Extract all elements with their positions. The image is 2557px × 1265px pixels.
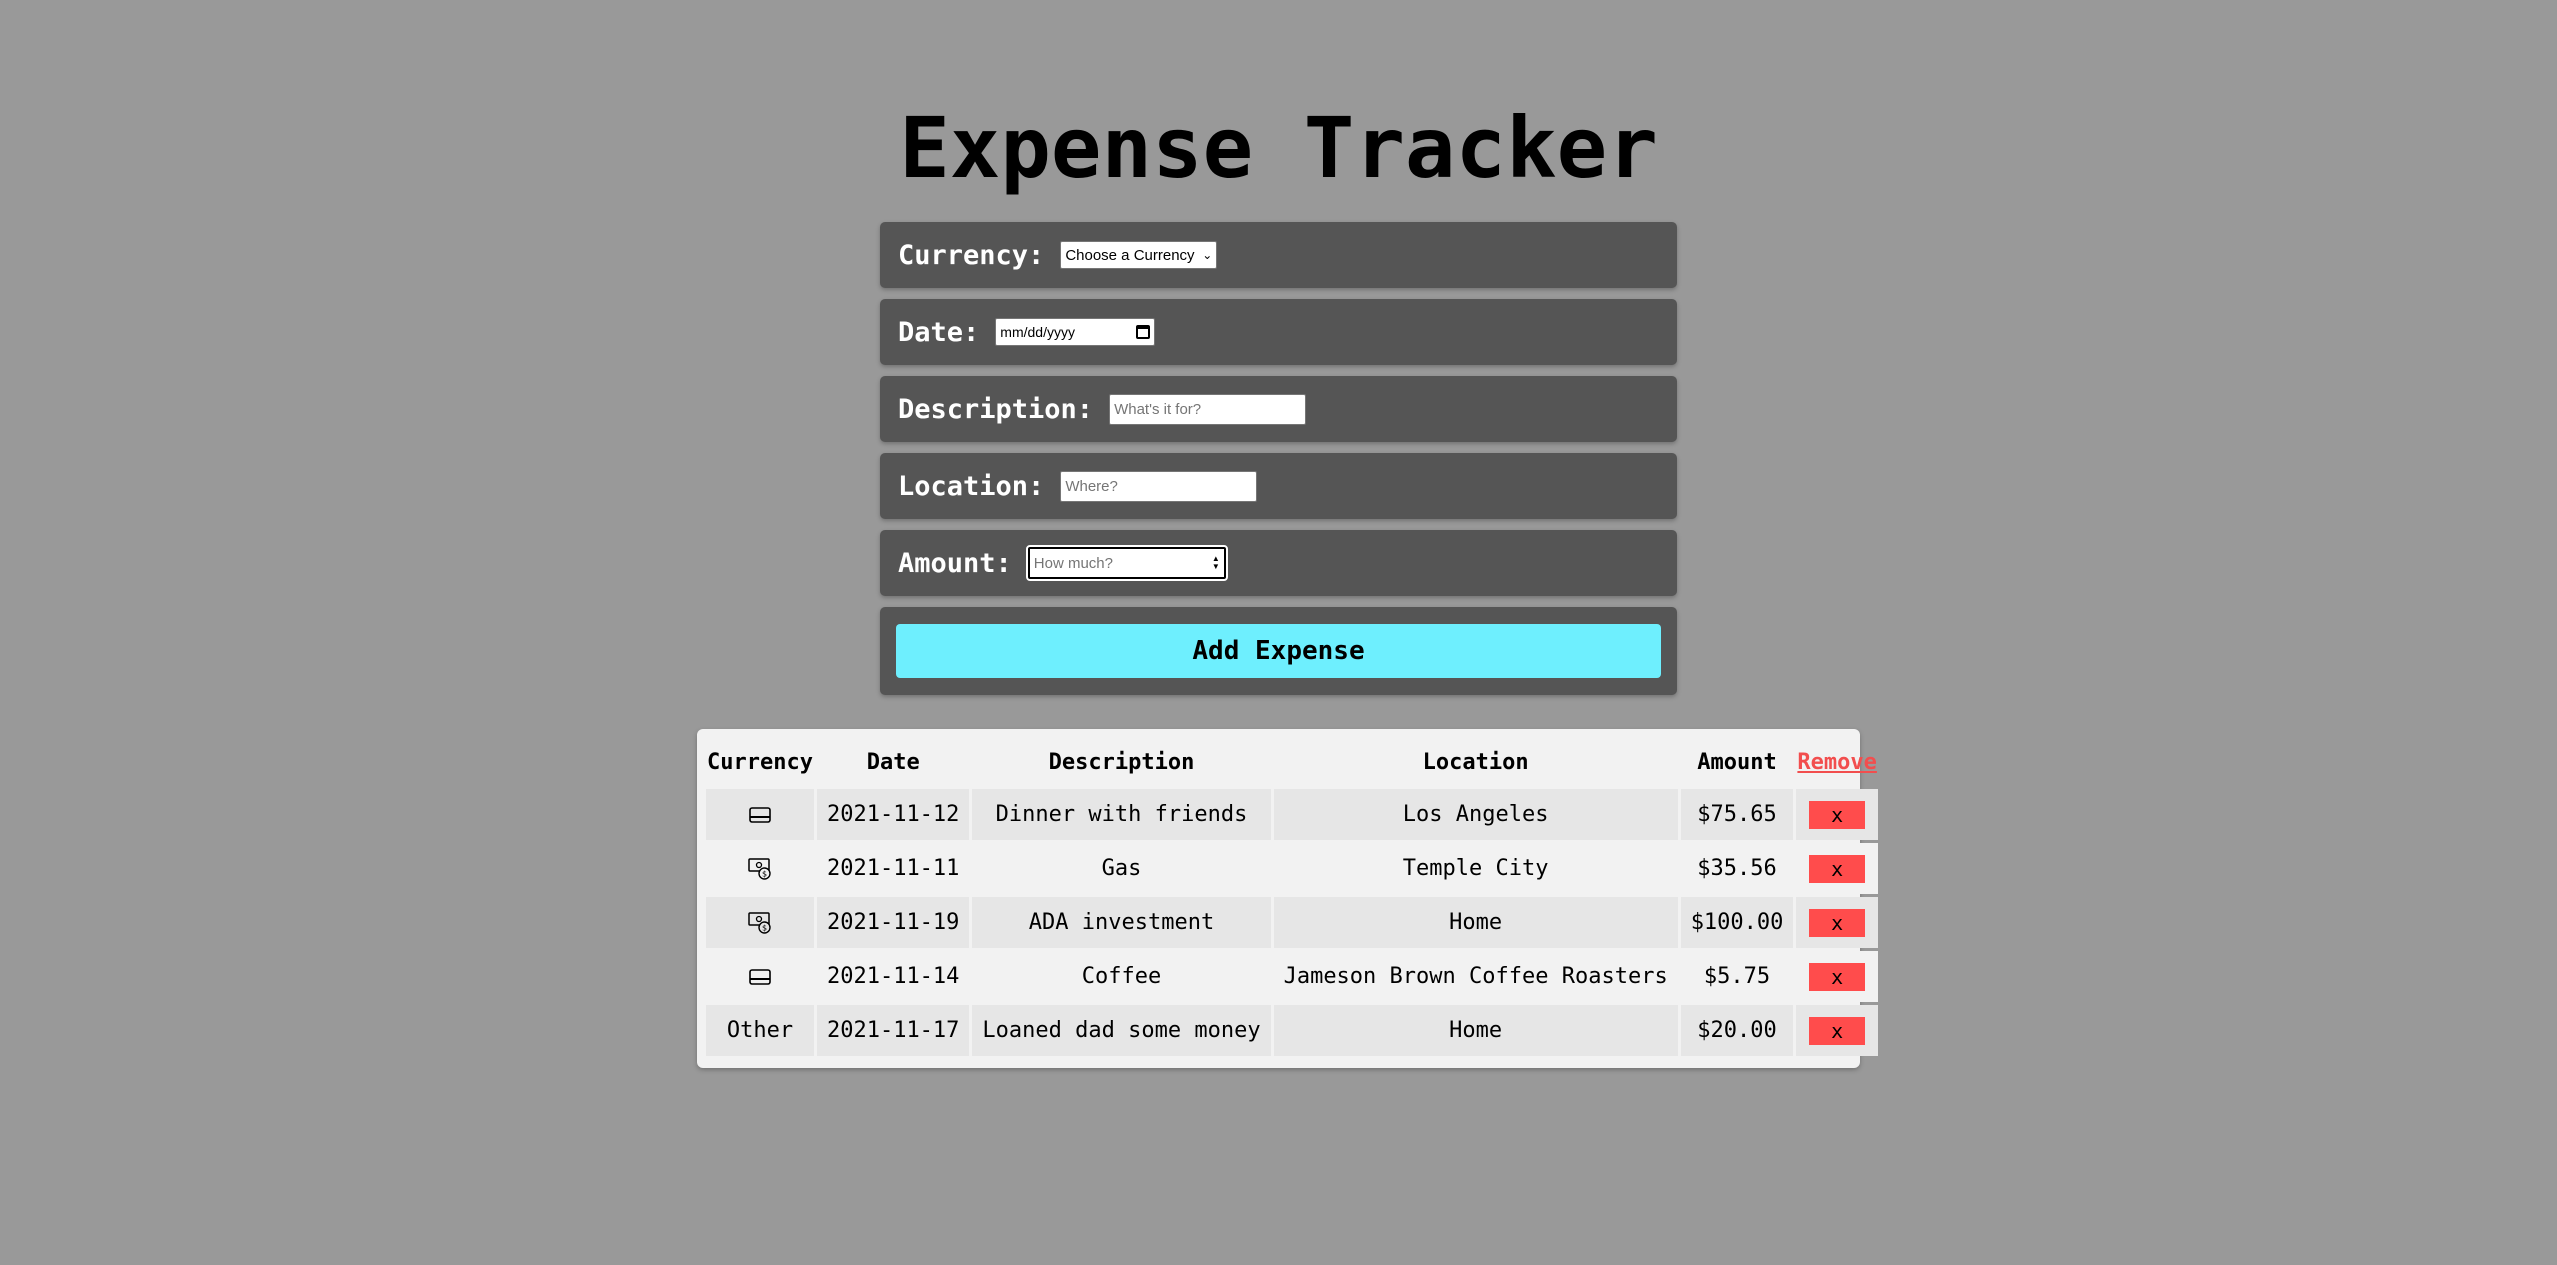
amount-cell: $5.75	[1680, 951, 1794, 1002]
date-label: Date:	[898, 316, 980, 348]
date-cell: 2021-11-17	[816, 1005, 970, 1056]
amount-row: Amount: How much? ▲ ▼	[880, 530, 1677, 596]
location-placeholder: Where?	[1065, 477, 1118, 495]
amount-placeholder: How much?	[1033, 554, 1113, 572]
remove-cell: x	[1796, 789, 1878, 840]
remove-cell: x	[1796, 951, 1878, 1002]
description-label: Description:	[898, 393, 1094, 425]
location-input[interactable]: Where?	[1060, 470, 1258, 502]
table-row: Other 2021-11-17 Loaned dad some money H…	[706, 1005, 1878, 1056]
location-label: Location:	[898, 470, 1045, 502]
description-row: Description: What's it for?	[880, 376, 1677, 442]
date-input-value: mm/dd/yyyy	[1000, 324, 1075, 340]
cash-icon: $	[748, 912, 771, 934]
svg-text:$: $	[762, 924, 767, 933]
description-cell: ADA investment	[972, 897, 1271, 948]
table-header-row: Currency Date Description Location Amoun…	[706, 738, 1878, 786]
header-location: Location	[1422, 749, 1529, 775]
add-expense-button[interactable]: Add Expense	[896, 624, 1661, 678]
date-cell: 2021-11-19	[816, 897, 970, 948]
table-row: 2021-11-12 Dinner with friends Los Angel…	[706, 789, 1878, 840]
calendar-icon[interactable]	[1136, 325, 1151, 339]
currency-cell	[706, 789, 814, 840]
description-cell: Gas	[972, 843, 1271, 894]
location-cell: Jameson Brown Coffee Roasters	[1273, 951, 1678, 1002]
header-description: Description	[1048, 749, 1195, 775]
description-cell: Loaned dad some money	[972, 1005, 1271, 1056]
amount-cell: $35.56	[1680, 843, 1794, 894]
location-cell: Temple City	[1273, 843, 1678, 894]
currency-select-value: Choose a Currency	[1065, 246, 1195, 264]
location-cell: Los Angeles	[1273, 789, 1678, 840]
amount-cell: $20.00	[1680, 1005, 1794, 1056]
amount-cell: $100.00	[1680, 897, 1794, 948]
location-row: Location: Where?	[880, 453, 1677, 519]
currency-label: Currency:	[898, 239, 1045, 271]
remove-row-button[interactable]: x	[1809, 908, 1866, 937]
date-row: Date: mm/dd/yyyy	[880, 299, 1677, 365]
currency-cell: $	[706, 897, 814, 948]
currency-select[interactable]: Choose a Currency ⌄	[1060, 241, 1218, 269]
remove-row-button[interactable]: x	[1809, 854, 1866, 883]
cash-icon: $	[748, 858, 771, 880]
remove-row-button[interactable]: x	[1809, 800, 1866, 829]
location-cell: Home	[1273, 1005, 1678, 1056]
description-placeholder: What's it for?	[1114, 400, 1202, 418]
table-row: $ 2021-11-11 Gas Temple City $35.56 x	[706, 843, 1878, 894]
currency-cell	[706, 951, 814, 1002]
currency-cell: $	[706, 843, 814, 894]
amount-cell: $75.65	[1680, 789, 1794, 840]
description-cell: Dinner with friends	[972, 789, 1271, 840]
date-cell: 2021-11-12	[816, 789, 970, 840]
header-amount: Amount	[1697, 749, 1777, 775]
remove-all-link[interactable]: Remove	[1797, 750, 1876, 775]
table-row: $ 2021-11-19 ADA investment Home $100.00…	[706, 897, 1878, 948]
page-title: Expense Tracker	[899, 99, 1658, 197]
currency-row: Currency: Choose a Currency ⌄	[880, 222, 1677, 288]
remove-row-button[interactable]: x	[1809, 962, 1866, 991]
header-date: Date	[866, 749, 920, 775]
expense-table: Currency Date Description Location Amoun…	[703, 735, 1881, 1059]
header-remove[interactable]: Remove	[1796, 738, 1877, 786]
description-cell: Coffee	[972, 951, 1271, 1002]
chevron-down-icon: ⌄	[1202, 248, 1213, 262]
card-icon	[749, 969, 771, 985]
description-input[interactable]: What's it for?	[1109, 393, 1307, 425]
card-icon	[749, 807, 771, 823]
svg-text:$: $	[762, 870, 767, 879]
currency-cell: Other	[706, 1005, 814, 1056]
submit-row: Add Expense	[880, 607, 1677, 695]
expense-table-card: Currency Date Description Location Amoun…	[697, 729, 1878, 1068]
spinner-arrows-icon[interactable]: ▲ ▼	[1212, 555, 1220, 571]
location-cell: Home	[1273, 897, 1678, 948]
amount-input[interactable]: How much? ▲ ▼	[1025, 545, 1228, 581]
date-cell: 2021-11-11	[816, 843, 970, 894]
header-currency: Currency	[707, 749, 813, 775]
table-row: 2021-11-14 Coffee Jameson Brown Coffee R…	[706, 951, 1878, 1002]
remove-row-button[interactable]: x	[1809, 1016, 1866, 1045]
remove-cell: x	[1796, 843, 1878, 894]
remove-cell: x	[1796, 1005, 1878, 1056]
amount-label: Amount:	[898, 547, 1012, 579]
date-cell: 2021-11-14	[816, 951, 970, 1002]
date-input[interactable]: mm/dd/yyyy	[995, 318, 1156, 346]
remove-cell: x	[1796, 897, 1878, 948]
